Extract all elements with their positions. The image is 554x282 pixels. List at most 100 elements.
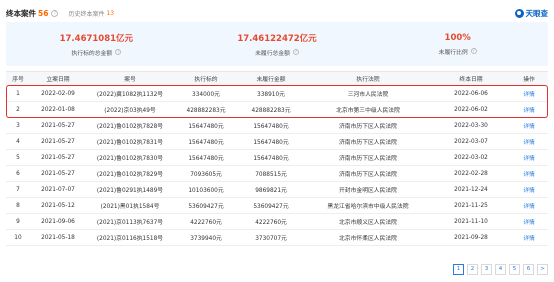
filing-date: 2022-02-09 xyxy=(30,85,86,102)
table-row[interactable]: 2 2022-01-08 (2022)京03执49号 428882283元 428882… xyxy=(6,101,548,118)
brand-logo-icon xyxy=(514,8,524,18)
column-header[interactable]: 执行标的 xyxy=(174,71,238,86)
next-page-button[interactable]: > xyxy=(537,264,548,275)
history-cases-count[interactable]: 13 xyxy=(106,10,114,17)
row-index: 1 xyxy=(6,85,30,102)
unpaid-amount: 53609427元 xyxy=(238,197,304,214)
column-header[interactable]: 立案日期 xyxy=(30,71,86,86)
case-number: (2021)鲁0102执7829号 xyxy=(86,165,174,182)
termination-date: 2022-03-07 xyxy=(432,133,510,150)
table-row[interactable]: 3 2021-05-27 (2021)鲁0102执7828号 15647480元 156… xyxy=(6,117,548,134)
table-row[interactable]: 4 2021-05-27 (2021)鲁0102执7831号 15647480元 156… xyxy=(6,133,548,150)
unpaid-amount: 15647480元 xyxy=(238,149,304,166)
summary-unpaid-amount: 17.46122472亿元 未履行总金额? xyxy=(187,22,368,66)
table-row[interactable]: 8 2021-05-12 (2021)黑01执1584号 53609427元 53609… xyxy=(6,197,548,214)
summary-value: 17.4671081亿元 xyxy=(59,33,134,44)
cases-table: 序号 立案日期 案号 执行标的 未履行金额 执行法院 终本日期 操作 1 2022… xyxy=(6,71,548,246)
termination-date: 2021-11-25 xyxy=(432,197,510,214)
detail-link[interactable]: 详情 xyxy=(510,101,548,118)
termination-date: 2022-06-02 xyxy=(432,101,510,118)
unpaid-amount: 3730707元 xyxy=(238,229,304,246)
termination-date: 2022-06-06 xyxy=(432,85,510,102)
table-row[interactable]: 6 2021-05-27 (2021)鲁0102执7829号 7093605元 7088… xyxy=(6,165,548,182)
case-number: (2021)鲁0291执1489号 xyxy=(86,181,174,198)
page-button-6[interactable]: 6 xyxy=(523,264,534,275)
help-icon[interactable]: ? xyxy=(51,9,59,17)
filing-date: 2021-05-27 xyxy=(30,133,86,150)
case-number: (2021)黑01执1584号 xyxy=(86,197,174,214)
filing-date: 2021-05-27 xyxy=(30,117,86,134)
pagination: 1 2 3 4 5 6 > xyxy=(450,264,548,275)
page-button-3[interactable]: 3 xyxy=(481,264,492,275)
case-number: (2021)京0113执7637号 xyxy=(86,213,174,230)
summary-label: 未履行总金额? xyxy=(255,48,299,57)
column-header[interactable]: 终本日期 xyxy=(432,71,510,86)
column-header[interactable]: 案号 xyxy=(86,71,174,86)
unpaid-amount: 7088515元 xyxy=(238,165,304,182)
summary-total-amount: 17.4671081亿元 执行标的总金额? xyxy=(6,22,187,66)
help-icon[interactable]: ? xyxy=(115,49,122,55)
target-amount: 3739940元 xyxy=(174,229,238,246)
case-number: (2022)京03执49号 xyxy=(86,101,174,118)
detail-link[interactable]: 详情 xyxy=(510,165,548,182)
filing-date: 2021-09-06 xyxy=(30,213,86,230)
filing-date: 2021-05-18 xyxy=(30,229,86,246)
target-amount: 428882283元 xyxy=(174,101,238,118)
detail-link[interactable]: 详情 xyxy=(510,85,548,102)
filing-date: 2021-05-12 xyxy=(30,197,86,214)
table-row[interactable]: 9 2021-09-06 (2021)京0113执7637号 4222760元 4222… xyxy=(6,213,548,230)
termination-date: 2022-03-30 xyxy=(432,117,510,134)
target-amount: 15647480元 xyxy=(174,133,238,150)
filing-date: 2022-01-08 xyxy=(30,101,86,118)
detail-link[interactable]: 详情 xyxy=(510,149,548,166)
brand-logo: 天眼查 xyxy=(514,8,549,19)
target-amount: 53609427元 xyxy=(174,197,238,214)
page-button-1[interactable]: 1 xyxy=(453,264,464,275)
target-amount: 15647480元 xyxy=(174,117,238,134)
detail-link[interactable]: 详情 xyxy=(510,213,548,230)
case-number: (2021)鲁0102执7831号 xyxy=(86,133,174,150)
summary-label: 执行标的总金额? xyxy=(72,48,122,57)
row-index: 6 xyxy=(6,165,30,182)
court-name: 北京市第三中级人民法院 xyxy=(304,101,432,118)
table-row[interactable]: 10 2021-05-18 (2021)京0116执1518号 3739940元 373… xyxy=(6,229,548,246)
column-header[interactable]: 未履行金额 xyxy=(238,71,304,86)
row-index: 4 xyxy=(6,133,30,150)
detail-link[interactable]: 详情 xyxy=(510,117,548,134)
target-amount: 4222760元 xyxy=(174,213,238,230)
row-index: 9 xyxy=(6,213,30,230)
target-amount: 10103600元 xyxy=(174,181,238,198)
table-row[interactable]: 1 2022-02-09 (2022)冀1082执1132号 334000元 33891… xyxy=(6,85,548,102)
summary-label-text: 未履行比例 xyxy=(438,49,468,56)
page-button-2[interactable]: 2 xyxy=(467,264,478,275)
help-icon[interactable]: ? xyxy=(292,49,299,55)
detail-link[interactable]: 详情 xyxy=(510,197,548,214)
column-header[interactable]: 执行法院 xyxy=(304,71,432,86)
row-index: 7 xyxy=(6,181,30,198)
column-header[interactable]: 序号 xyxy=(6,71,30,86)
case-number: (2021)鲁0102执7828号 xyxy=(86,117,174,134)
filing-date: 2021-05-27 xyxy=(30,149,86,166)
section-header: 终本案件 56 ? 历史终本案件 13 天眼查 xyxy=(6,6,548,20)
row-index: 5 xyxy=(6,149,30,166)
detail-link[interactable]: 详情 xyxy=(510,229,548,246)
unpaid-amount: 338910元 xyxy=(238,85,304,102)
section-title: 终本案件 xyxy=(6,8,36,18)
case-number: (2021)京0116执1518号 xyxy=(86,229,174,246)
court-name: 济南市历下区人民法院 xyxy=(304,165,432,182)
table-row[interactable]: 5 2021-05-27 (2021)鲁0102执7830号 15647480元 156… xyxy=(6,149,548,166)
target-amount: 15647480元 xyxy=(174,149,238,166)
court-name: 开封市金明区人民法院 xyxy=(304,181,432,198)
history-cases-link[interactable]: 历史终本案件 xyxy=(68,9,104,18)
court-name: 北京市顺义区人民法院 xyxy=(304,213,432,230)
page-button-5[interactable]: 5 xyxy=(509,264,520,275)
case-count: 56 xyxy=(38,8,49,18)
termination-date: 2021-09-28 xyxy=(432,229,510,246)
detail-link[interactable]: 详情 xyxy=(510,181,548,198)
help-icon[interactable]: ? xyxy=(470,48,477,54)
brand-logo-text: 天眼查 xyxy=(525,8,549,18)
detail-link[interactable]: 详情 xyxy=(510,133,548,150)
case-number: (2022)冀1082执1132号 xyxy=(86,85,174,102)
table-row[interactable]: 7 2021-07-07 (2021)鲁0291执1489号 10103600元 986… xyxy=(6,181,548,198)
page-button-4[interactable]: 4 xyxy=(495,264,506,275)
